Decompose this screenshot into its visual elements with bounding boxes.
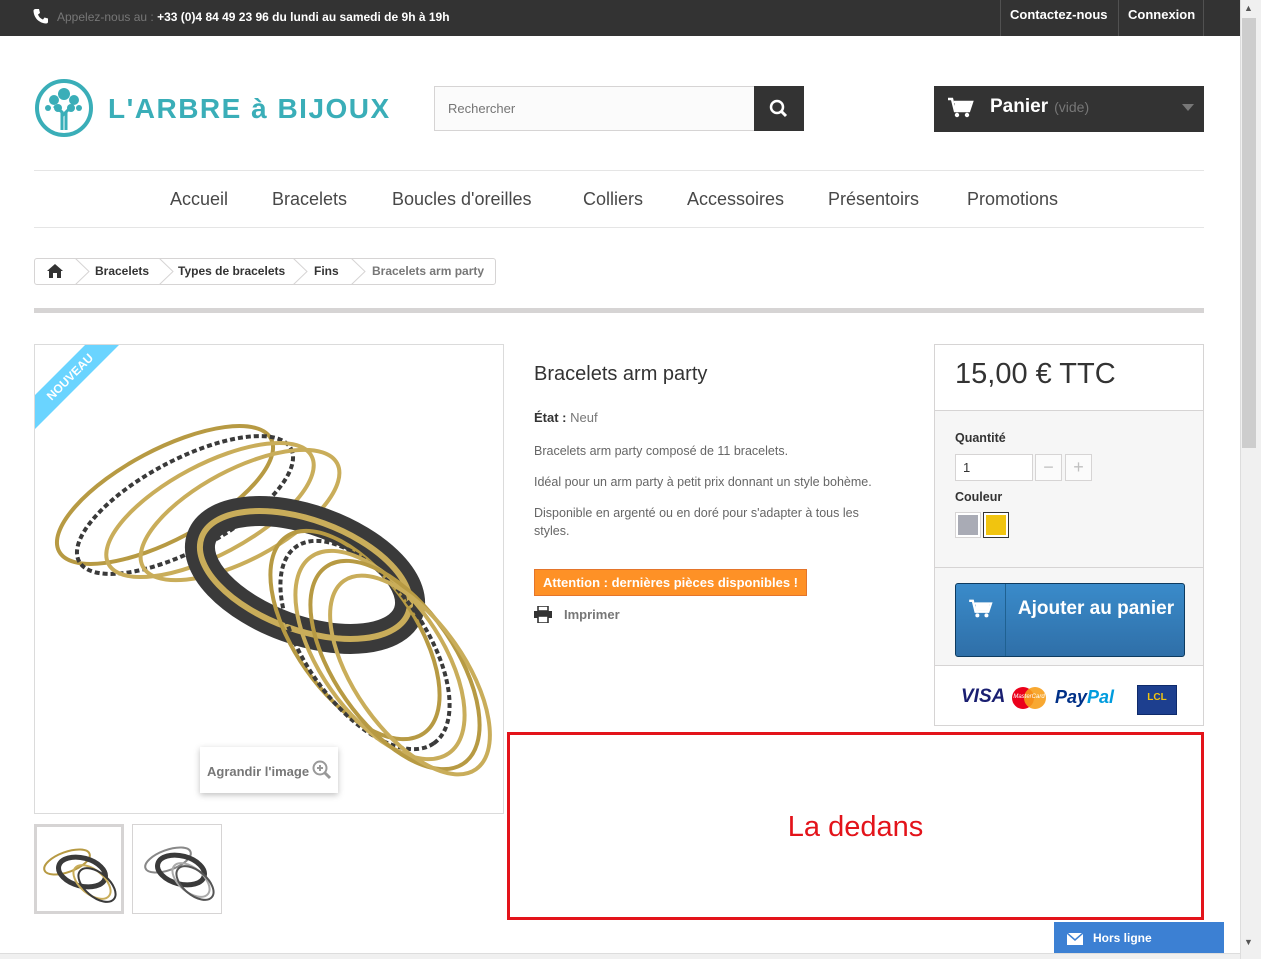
search-bar — [434, 86, 804, 131]
product-condition: État : Neuf — [534, 410, 598, 425]
breadcrumb-separator — [351, 258, 366, 285]
search-button[interactable] — [754, 86, 804, 131]
color-swatch-silver[interactable] — [955, 512, 981, 538]
color-label: Couleur — [955, 490, 1003, 504]
breadcrumb-fins[interactable]: Fins — [314, 264, 339, 278]
menu-item-boucles[interactable]: Boucles d'oreilles — [392, 189, 532, 210]
cart-icon — [948, 97, 974, 118]
menu-item-accueil[interactable]: Accueil — [170, 189, 228, 210]
product-title: Bracelets arm party — [534, 363, 708, 385]
breadcrumb-separator — [293, 258, 308, 285]
call-prefix: Appelez-nous au : — [57, 10, 154, 24]
logo-text: L'ARBRE à BIJOUX — [108, 93, 391, 124]
paypal-pal: Pal — [1087, 687, 1115, 707]
print-label: Imprimer — [564, 607, 620, 622]
thumbnail-image — [144, 846, 215, 901]
add-to-cart-label: Ajouter au panier — [1017, 598, 1175, 619]
description-line: Idéal pour un arm party à petit prix don… — [534, 475, 872, 489]
payment-logos: VISA MasterCard PayPal LCL — [935, 665, 1203, 725]
cart-label: Panier — [990, 96, 1049, 117]
menu-item-promotions[interactable]: Promotions — [967, 189, 1058, 210]
visa-logo: VISA — [961, 686, 1006, 707]
contact-phone: Appelez-nous au : +33 (0)4 84 49 23 96 d… — [57, 10, 450, 24]
cart-button[interactable]: Panier (vide) — [934, 86, 1204, 132]
breadcrumb-separator — [75, 258, 90, 285]
thumbnail-image — [43, 848, 117, 903]
search-icon — [769, 99, 788, 118]
bracelets-photo — [54, 424, 492, 777]
scroll-down-icon[interactable]: ▼ — [1244, 937, 1253, 947]
buy-box: 15,00 € TTC Quantité 1 − + Couleur Ajout… — [934, 344, 1204, 726]
cart-icon-block — [956, 584, 1006, 656]
thumbnail-gold[interactable] — [34, 824, 124, 914]
quantity-input[interactable]: 1 — [955, 454, 1033, 481]
description-line: Bracelets arm party composé de 11 bracel… — [534, 444, 789, 458]
add-to-cart-button[interactable]: Ajouter au panier — [955, 583, 1185, 657]
horizontal-scrollbar — [0, 953, 1240, 959]
divider — [34, 308, 1204, 313]
chat-status: Hors ligne — [1093, 931, 1152, 945]
menu-item-colliers[interactable]: Colliers — [583, 189, 643, 210]
condition-label: État : — [534, 410, 567, 425]
description-line: Disponible en argenté ou en doré pour s'… — [534, 506, 859, 538]
menu-item-accessoires[interactable]: Accessoires — [687, 189, 784, 210]
tree-logo-icon — [35, 79, 93, 137]
breadcrumb-current: Bracelets arm party — [372, 264, 485, 278]
breadcrumb-types[interactable]: Types de bracelets — [178, 264, 285, 278]
scroll-up-icon[interactable]: ▲ — [1244, 3, 1253, 13]
cart-status: (vide) — [1054, 99, 1090, 115]
zoom-in-icon — [312, 760, 332, 780]
printer-icon — [534, 606, 552, 623]
search-input[interactable] — [435, 87, 755, 130]
quantity-label: Quantité — [955, 431, 1006, 445]
envelope-icon — [1067, 933, 1083, 945]
paypal-pay: Pay — [1055, 687, 1088, 707]
add-to-cart-section: Ajouter au panier — [935, 567, 1203, 665]
zoom-button[interactable]: Agrandir l'image — [200, 747, 338, 793]
quantity-plus-button[interactable]: + — [1065, 454, 1092, 481]
color-swatch-gold[interactable] — [983, 512, 1009, 538]
breadcrumb-bracelets[interactable]: Bracelets — [95, 264, 149, 278]
login-link[interactable]: Connexion — [1118, 0, 1204, 36]
lcl-text: LCL — [1147, 692, 1167, 703]
product-image[interactable]: Nouveau — [34, 344, 504, 814]
thumbnail-silver[interactable] — [132, 824, 222, 914]
mastercard-logo: MasterCard — [1012, 687, 1046, 709]
scrollbar-thumb[interactable] — [1242, 18, 1256, 448]
condition-value: Neuf — [570, 410, 598, 425]
cart-label-group: Panier (vide) — [990, 96, 1089, 118]
zoom-label: Agrandir l'image — [207, 764, 310, 779]
stock-warning: Attention : dernières pièces disponibles… — [534, 569, 807, 596]
phone-icon — [33, 9, 48, 24]
annotation-text: La dedans — [787, 811, 924, 843]
phone-number: +33 (0)4 84 49 23 96 du lundi au samedi … — [157, 10, 450, 24]
annotation-box: La dedans — [507, 732, 1204, 920]
cart-icon — [969, 599, 993, 618]
breadcrumb-separator — [159, 258, 174, 285]
menu-item-bracelets[interactable]: Bracelets — [272, 189, 347, 210]
mastercard-text: MasterCard — [1013, 694, 1045, 700]
breadcrumb: Bracelets Types de bracelets Fins Bracel… — [34, 258, 496, 285]
quantity-minus-button[interactable]: − — [1035, 454, 1062, 481]
chevron-down-icon — [1182, 104, 1194, 111]
product-price: 15,00 € TTC — [935, 345, 1203, 411]
home-icon[interactable] — [47, 264, 63, 278]
lcl-logo: LCL — [1137, 685, 1177, 715]
paypal-logo: PayPal — [1055, 687, 1114, 708]
menu-item-presentoirs[interactable]: Présentoirs — [828, 189, 919, 210]
contact-link[interactable]: Contactez-nous — [1000, 0, 1119, 36]
site-logo[interactable]: L'ARBRE à BIJOUX — [34, 77, 414, 141]
top-bar: Appelez-nous au : +33 (0)4 84 49 23 96 d… — [0, 0, 1240, 36]
main-menu: Accueil Bracelets Boucles d'oreilles Col… — [34, 170, 1204, 228]
